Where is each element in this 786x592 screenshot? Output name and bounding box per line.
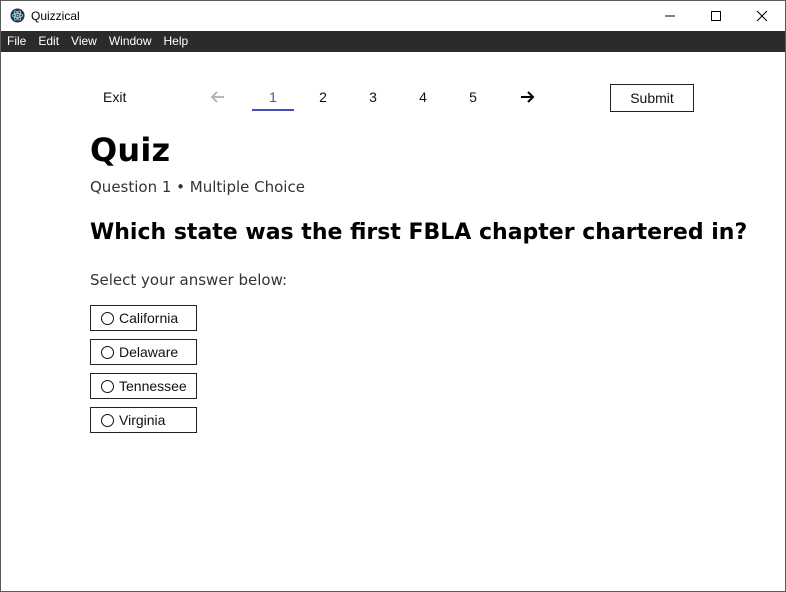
maximize-icon: [711, 11, 721, 21]
answer-option-delaware[interactable]: Delaware: [90, 339, 197, 365]
active-page-indicator: [252, 109, 294, 111]
menu-help[interactable]: Help: [158, 31, 195, 52]
answer-instruction: Select your answer below:: [90, 271, 288, 289]
page-2-button[interactable]: 2: [302, 89, 344, 105]
question-text: Which state was the first FBLA chapter c…: [90, 220, 748, 245]
close-icon: [756, 10, 768, 22]
menu-edit[interactable]: Edit: [32, 31, 65, 52]
answer-option-label: Delaware: [119, 344, 179, 360]
previous-question-button[interactable]: [208, 87, 228, 107]
minimize-button[interactable]: [647, 1, 693, 31]
page-5-button[interactable]: 5: [452, 89, 494, 105]
title-bar[interactable]: Quizzical: [1, 1, 785, 31]
answer-option-virginia[interactable]: Virginia: [90, 407, 197, 433]
next-question-button[interactable]: [517, 87, 537, 107]
page-1-button[interactable]: 1: [252, 89, 294, 105]
arrow-left-icon: [210, 91, 224, 103]
electron-atom-icon: [10, 8, 25, 23]
radio-unchecked-icon[interactable]: [101, 379, 114, 393]
answer-option-label: California: [119, 310, 179, 326]
menu-view[interactable]: View: [65, 31, 103, 52]
page-3-button[interactable]: 3: [352, 89, 394, 105]
arrow-right-icon: [521, 91, 535, 103]
radio-unchecked-icon[interactable]: [101, 413, 114, 427]
submit-button[interactable]: Submit: [610, 84, 694, 112]
exit-button[interactable]: Exit: [103, 89, 126, 105]
answer-option-tennessee[interactable]: Tennessee: [90, 373, 197, 399]
close-button[interactable]: [739, 1, 785, 31]
window-title: Quizzical: [31, 9, 80, 23]
answer-option-label: Virginia: [119, 412, 166, 428]
menu-window[interactable]: Window: [103, 31, 158, 52]
page-4-button[interactable]: 4: [402, 89, 444, 105]
menu-bar: File Edit View Window Help: [1, 31, 785, 52]
minimize-icon: [665, 15, 675, 17]
answer-option-label: Tennessee: [119, 378, 187, 394]
radio-unchecked-icon[interactable]: [101, 311, 114, 325]
menu-file[interactable]: File: [1, 31, 32, 52]
maximize-button[interactable]: [693, 1, 739, 31]
answer-option-california[interactable]: California: [90, 305, 197, 331]
radio-unchecked-icon[interactable]: [101, 345, 114, 359]
page-title: Quiz: [90, 131, 171, 169]
app-window: Quizzical File Edit View Window Help Exi…: [0, 0, 786, 592]
question-subtitle: Question 1 • Multiple Choice: [90, 178, 305, 196]
